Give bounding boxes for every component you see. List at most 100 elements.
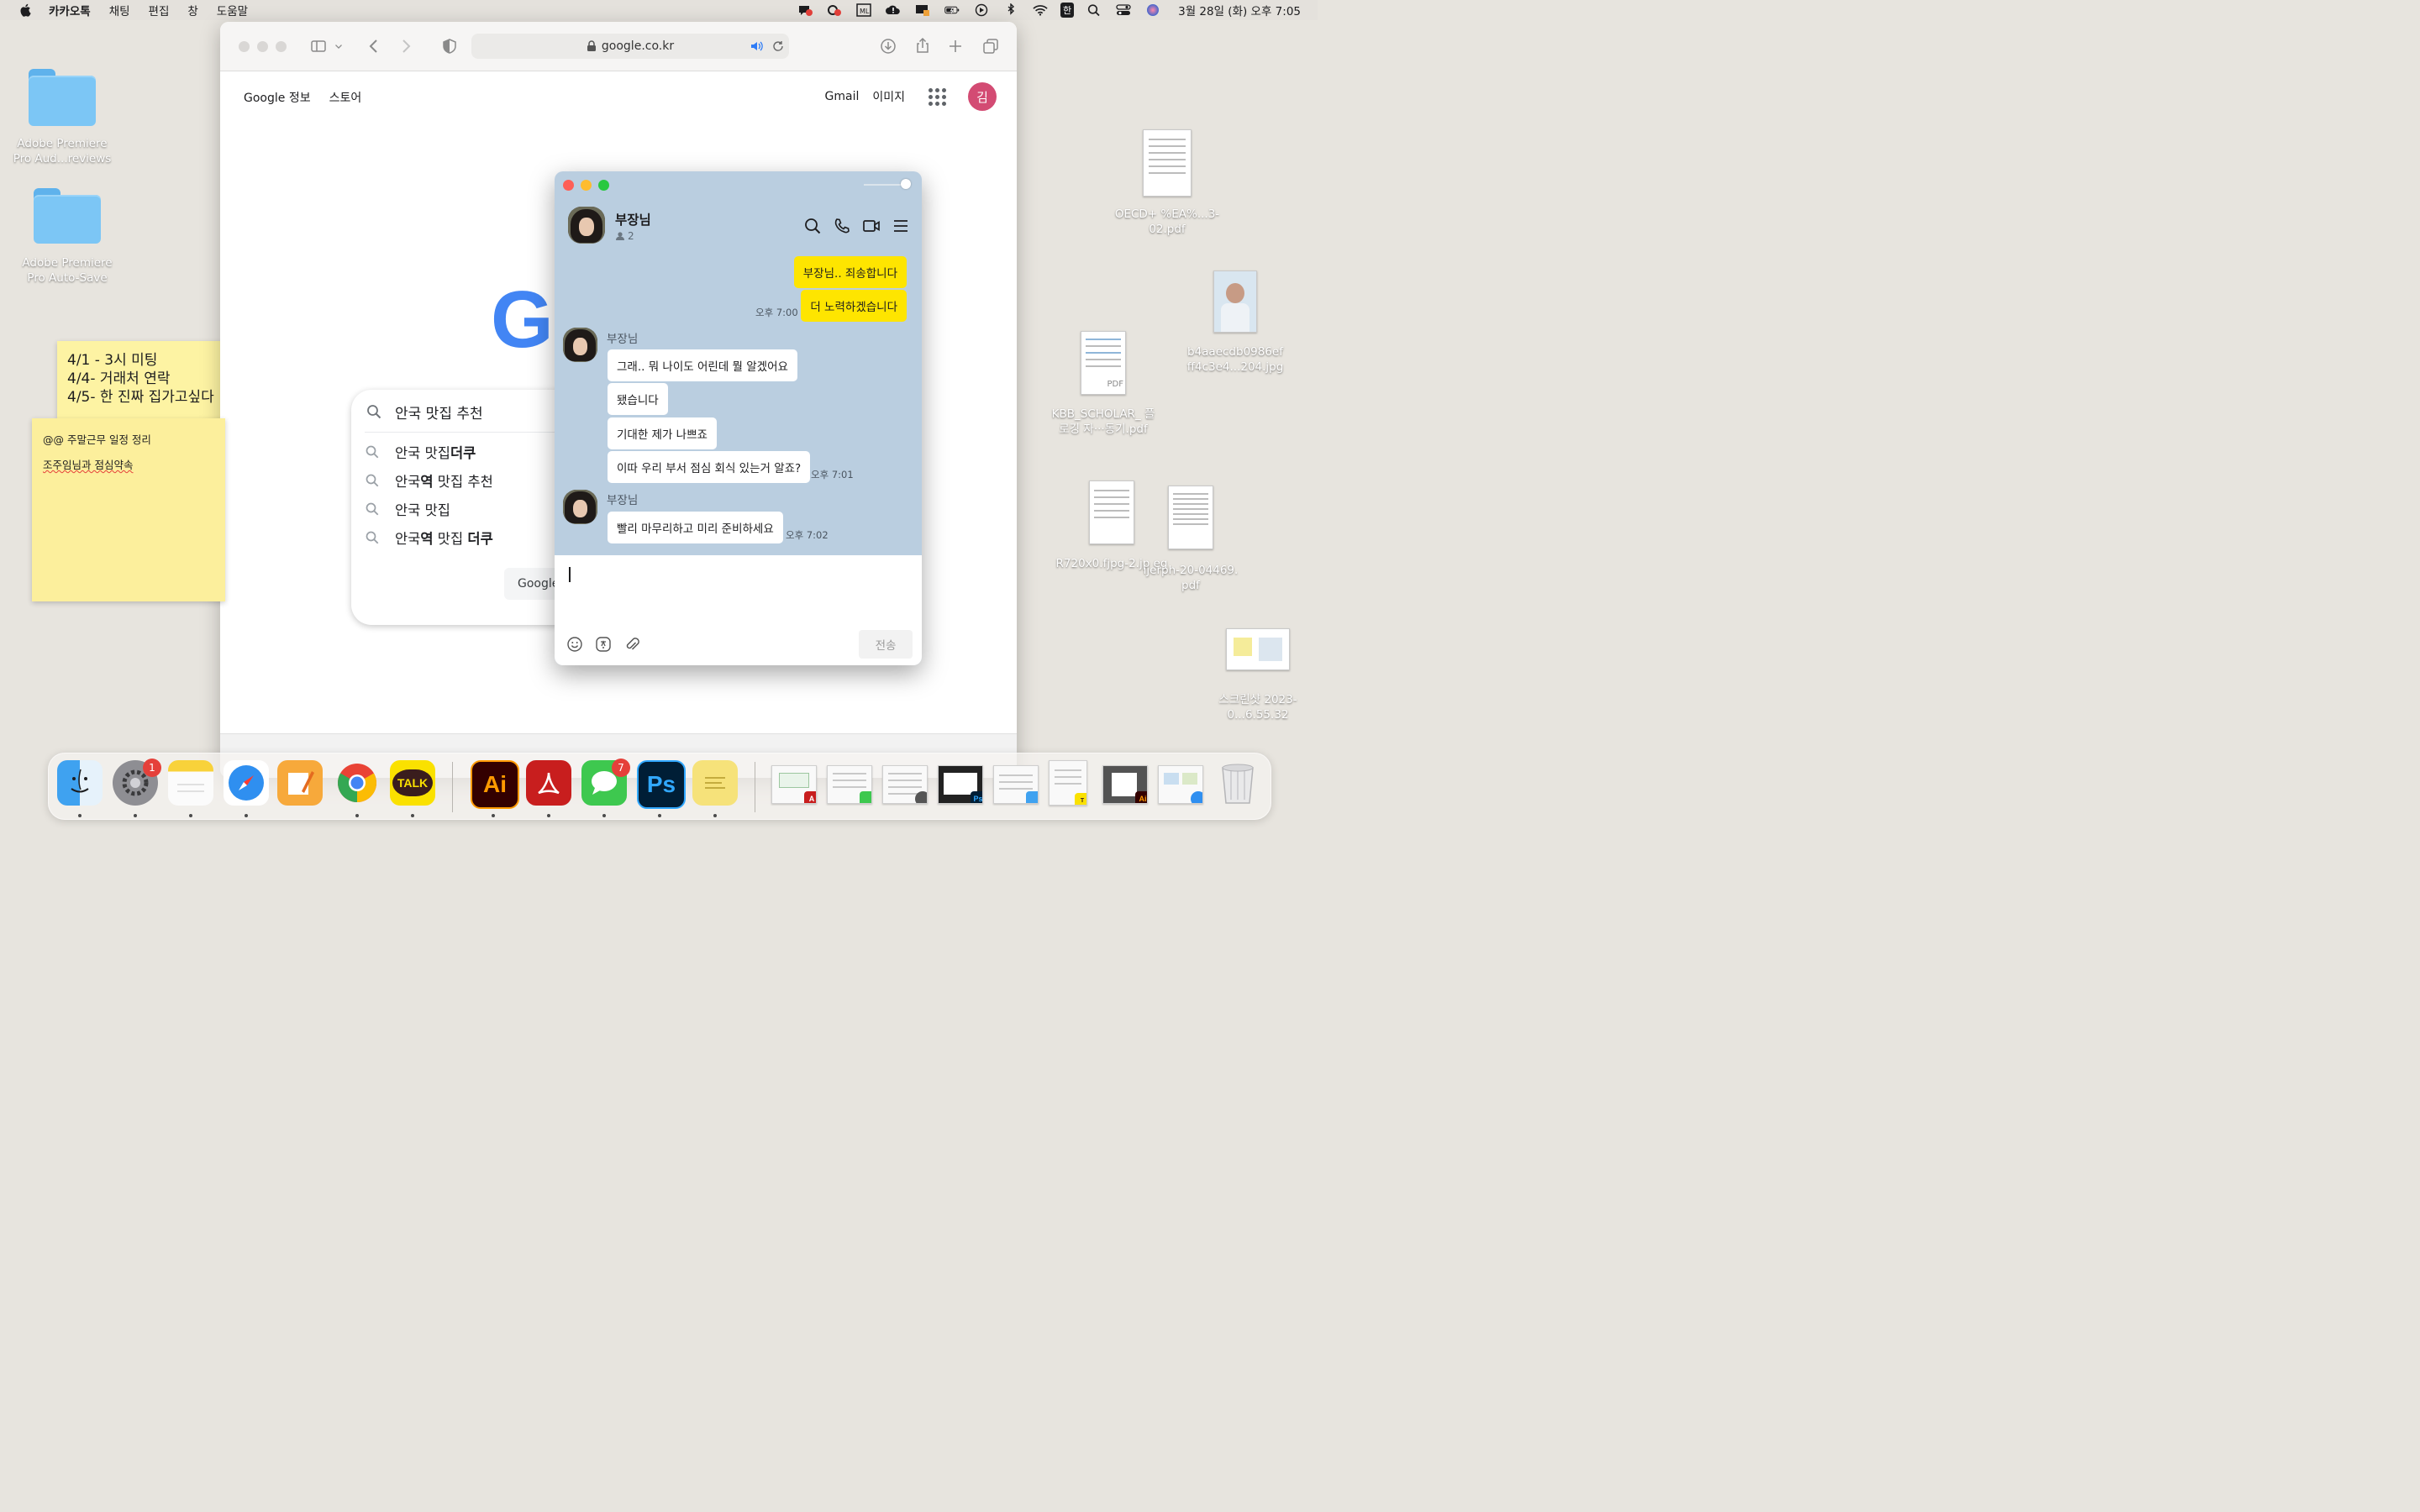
minimize-button[interactable] (257, 41, 268, 52)
minimized-window-photoshop[interactable]: Ps (938, 765, 983, 804)
menu-edit[interactable]: 편집 (149, 2, 170, 18)
dock-photoshop[interactable]: Ps (637, 760, 686, 809)
their-message-bubble[interactable]: 그래.. 뭐 나이도 어린데 뭘 알겠어요 (608, 349, 797, 381)
now-playing-icon[interactable] (972, 3, 991, 17)
desktop-file-oecd-pdf[interactable]: OECD+ %EA%...3-02.pdf (1111, 129, 1223, 237)
dock-trash[interactable] (1215, 760, 1260, 806)
desktop-folder-premiere-autosave[interactable]: Adobe Premiere Pro Auto-Save (12, 188, 123, 286)
link-gmail[interactable]: Gmail (825, 90, 860, 103)
account-avatar[interactable]: 김 (968, 82, 997, 111)
back-icon[interactable] (365, 37, 383, 55)
link-about-google[interactable]: Google 정보 (244, 89, 311, 106)
downloads-icon[interactable] (879, 37, 897, 55)
forward-icon[interactable] (397, 37, 415, 55)
opacity-slider-knob[interactable] (901, 179, 911, 189)
menu-icon[interactable] (892, 217, 910, 235)
minimized-window-messages[interactable] (827, 765, 872, 804)
dock-pages[interactable] (277, 760, 323, 806)
close-button[interactable] (239, 41, 250, 52)
chevron-down-icon[interactable] (333, 37, 345, 55)
message-composer[interactable]: 전송 (555, 555, 922, 665)
tab-overview-icon[interactable] (981, 37, 1000, 55)
siri-icon[interactable] (1144, 3, 1162, 17)
google-apps-icon[interactable] (929, 87, 946, 106)
their-message-bubble[interactable]: 됐습니다 (608, 383, 668, 415)
suggestion-item[interactable]: 안국 맛집 더쿠 (365, 442, 476, 462)
minimized-window-kakaotalk[interactable]: T (1049, 760, 1087, 806)
sidebar-icon[interactable] (309, 37, 328, 55)
their-message-bubble[interactable]: 기대한 제가 나쁘죠 (608, 417, 717, 449)
control-center-icon[interactable] (1114, 3, 1133, 17)
menu-bar: 카카오톡 채팅 편집 창 도움말 ML 한 3월 28일 (화) 오후 7:05 (0, 0, 1318, 20)
emoji-icon[interactable] (566, 636, 583, 653)
minimized-window-safari[interactable] (1158, 765, 1203, 804)
sender-avatar[interactable] (563, 490, 597, 524)
dock-stickies[interactable] (692, 760, 738, 806)
desktop-file-ijerph-pdf[interactable]: ijerph-20-04469. pdf (1134, 486, 1247, 593)
emoticon-store-icon[interactable] (595, 636, 612, 653)
spotlight-search-icon[interactable] (1085, 3, 1103, 17)
menu-app-name[interactable]: 카카오톡 (49, 2, 91, 18)
minimize-button[interactable] (581, 180, 592, 191)
room-avatar[interactable] (568, 207, 605, 244)
speaker-icon[interactable] (750, 40, 764, 52)
sticky-note-todo[interactable]: @@ 주말근무 일정 정리 조주임님과 점심약속 (32, 418, 225, 601)
search-icon[interactable] (803, 217, 822, 235)
dock-chrome[interactable] (334, 760, 380, 806)
apple-menu-icon[interactable] (18, 3, 34, 18)
minimized-window-finder[interactable] (993, 765, 1039, 804)
menu-clock[interactable]: 3월 28일 (화) 오후 7:05 (1178, 2, 1301, 18)
privacy-shield-icon[interactable] (440, 37, 459, 55)
close-button[interactable] (563, 180, 574, 191)
video-call-icon[interactable] (862, 217, 881, 235)
link-store[interactable]: 스토어 (329, 89, 362, 106)
wifi-icon[interactable] (1031, 3, 1050, 17)
my-message-bubble[interactable]: 부장님.. 죄송합니다 (793, 256, 907, 288)
send-button[interactable]: 전송 (859, 630, 913, 659)
sender-avatar[interactable] (563, 328, 597, 362)
zoom-button[interactable] (276, 41, 287, 52)
dock-kakaotalk[interactable]: TALK (390, 760, 435, 806)
address-bar[interactable]: google.co.kr (471, 34, 789, 59)
menu-window[interactable]: 창 (187, 2, 197, 18)
minimized-window-settings[interactable] (882, 765, 928, 804)
their-message-bubble[interactable]: 빨리 마무리하고 미리 준비하세요 (608, 512, 783, 543)
menu-help[interactable]: 도움말 (217, 2, 248, 18)
phone-icon[interactable] (833, 217, 851, 235)
member-count[interactable]: 2 (615, 230, 634, 242)
dock-safari[interactable] (224, 760, 269, 806)
dock-finder[interactable] (57, 760, 103, 806)
screen-share-icon[interactable] (913, 3, 932, 17)
minimized-window-acrobat[interactable]: A (771, 765, 817, 804)
minimized-window-illustrator[interactable]: Ai (1102, 765, 1148, 804)
suggestion-item[interactable]: 안국 역 맛집 더쿠 (365, 528, 493, 548)
desktop-file-screenshot[interactable]: 스크린샷 2023-0...6.55.32 (1202, 628, 1314, 722)
my-message-bubble[interactable]: 더 노력하겠습니다 (801, 290, 907, 322)
zoom-button[interactable] (598, 180, 609, 191)
desktop-file-photo-jpg[interactable]: b4aaecdb0986ef ff4c3e4...204.jpg (1176, 270, 1294, 375)
suggestion-item[interactable]: 안국 역 맛집 추천 (365, 470, 493, 491)
cloud-alert-icon[interactable] (884, 3, 902, 17)
dock-illustrator[interactable]: Ai (471, 760, 519, 809)
desktop-item-label: ijerph-20-04469. pdf (1143, 564, 1239, 592)
reload-icon[interactable] (772, 40, 784, 52)
attach-file-icon[interactable] (623, 636, 640, 653)
bluetooth-icon[interactable] (1002, 3, 1020, 17)
input-method-indicator[interactable]: 한 (1060, 3, 1075, 18)
sticky-note-schedule[interactable]: 4/1 - 3시 미팅 4/4- 거래처 연락 4/5- 한 진짜 집가고싶다 (57, 341, 225, 418)
dock-acrobat[interactable] (526, 760, 571, 806)
their-message-bubble[interactable]: 이따 우리 부서 점심 회식 있는거 알죠? (608, 451, 811, 483)
new-tab-icon[interactable] (946, 37, 965, 55)
desktop-file-kbb-pdf[interactable]: PDF KBB_SCHOLAR_ 플로깅 자···동기.pdf (1047, 331, 1160, 437)
menu-chat[interactable]: 채팅 (109, 2, 130, 18)
dock-notes[interactable] (168, 760, 213, 806)
share-icon[interactable] (913, 36, 932, 55)
desktop-folder-premiere-audio[interactable]: Adobe Premiere Pro Aud...reviews (7, 69, 118, 166)
battery-icon[interactable] (943, 3, 961, 17)
creative-cloud-icon[interactable] (825, 3, 844, 17)
ml-icon[interactable]: ML (855, 3, 873, 17)
notification-app-icon[interactable] (796, 3, 814, 17)
suggestion-item[interactable]: 안국 맛집 (365, 499, 450, 519)
search-input[interactable]: 안국 맛집 추천 (395, 402, 483, 423)
link-images[interactable]: 이미지 (872, 88, 905, 105)
